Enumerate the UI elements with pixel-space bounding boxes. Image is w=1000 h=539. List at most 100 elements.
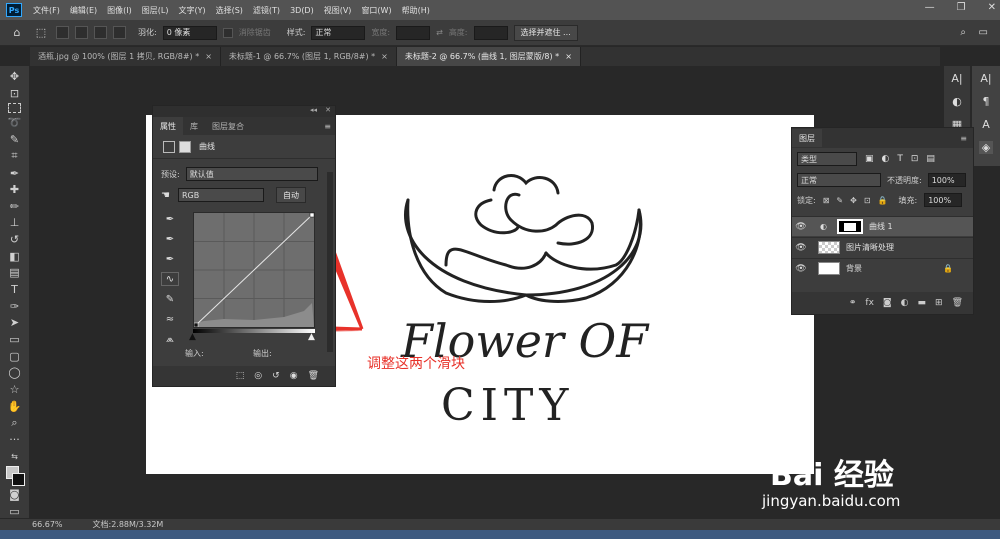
stamp-tool-icon[interactable]: ⊥	[6, 216, 24, 230]
select-and-mask-button[interactable]: 选择并遮住 ...	[513, 24, 578, 41]
layer-mask-thumb[interactable]	[836, 219, 863, 234]
text-icon[interactable]: A|	[980, 72, 991, 85]
gradient-tool-icon[interactable]: ▤	[6, 266, 24, 280]
workspace-icon[interactable]: ▭	[979, 27, 988, 38]
link-layers-icon[interactable]: ⚭	[849, 298, 857, 308]
quick-mask-icon[interactable]: ◙	[6, 488, 24, 502]
more-tools-icon[interactable]: ···	[6, 433, 24, 447]
lock-paint-icon[interactable]: ✎	[836, 196, 843, 205]
width-input[interactable]	[396, 25, 431, 40]
reset-icon[interactable]: ↺	[272, 371, 280, 381]
menu-layer[interactable]: 图层(L)	[137, 5, 174, 16]
brush-tool-icon[interactable]: ✏	[6, 200, 24, 214]
swap-colors-icon[interactable]: ⇆	[6, 449, 24, 463]
layer-row-curves[interactable]: 👁 ◐ 曲线 1	[792, 216, 973, 236]
curve-graph[interactable]	[193, 212, 315, 328]
layers-dock-icon[interactable]: ◈	[978, 141, 994, 154]
color-swatches[interactable]	[4, 466, 26, 487]
restore-button[interactable]: ❐	[957, 2, 966, 13]
swap-icon[interactable]: ⇄	[436, 28, 443, 37]
close-button[interactable]: ✕	[988, 2, 996, 13]
lock-artboard-icon[interactable]: ⊡	[864, 196, 871, 205]
healing-tool-icon[interactable]: ✚	[6, 183, 24, 197]
lock-position-icon[interactable]: ✥	[850, 196, 857, 205]
tab-document-3[interactable]: 未标题-2 @ 66.7% (曲线 1, 图层蒙版/8) * ×	[396, 47, 581, 66]
path-select-tool-icon[interactable]: ➤	[6, 316, 24, 330]
filter-pixel-icon[interactable]: ▣	[865, 154, 874, 164]
lock-all-icon[interactable]: 🔒	[878, 196, 888, 205]
blend-mode-select[interactable]: 正常	[797, 173, 881, 187]
menu-3d[interactable]: 3D(D)	[285, 6, 319, 15]
white-slider-icon[interactable]: ▲	[308, 332, 315, 342]
add-mask-icon[interactable]: ◙	[883, 298, 892, 308]
eraser-tool-icon[interactable]: ◧	[6, 249, 24, 263]
hand-tool-icon[interactable]: ✋	[6, 399, 24, 413]
clip-to-layer-icon[interactable]: ⬚	[236, 371, 245, 381]
channel-select[interactable]: RGB	[177, 188, 264, 202]
antialias-checkbox[interactable]	[222, 27, 233, 38]
menu-help[interactable]: 帮助(H)	[397, 5, 435, 16]
black-point[interactable]	[193, 322, 199, 328]
black-point-eyedropper-icon[interactable]: ✒	[161, 212, 179, 226]
delete-layer-icon[interactable]: 🗑	[952, 298, 963, 308]
fx-icon[interactable]: fx	[865, 298, 874, 308]
menu-filter[interactable]: 滤镜(T)	[248, 5, 285, 16]
menu-view[interactable]: 视图(V)	[319, 5, 357, 16]
menu-file[interactable]: 文件(F)	[28, 5, 65, 16]
feather-input[interactable]: 0 像素	[162, 25, 217, 40]
visibility-eye-icon[interactable]: 👁	[792, 264, 810, 274]
search-icon[interactable]: ⌕	[960, 27, 966, 38]
home-icon[interactable]: ⌂	[8, 25, 26, 41]
move-tool-icon[interactable]: ✥	[6, 70, 24, 84]
view-previous-icon[interactable]: ◎	[254, 371, 262, 381]
close-icon[interactable]: ×	[565, 52, 572, 61]
rectangle-tool-icon[interactable]: ▭	[6, 333, 24, 347]
new-layer-icon[interactable]: ⊞	[935, 298, 943, 308]
filter-adjust-icon[interactable]: ◐	[882, 154, 890, 164]
close-icon[interactable]: ×	[381, 52, 388, 61]
menu-type[interactable]: 文字(Y)	[173, 5, 210, 16]
lasso-tool-icon[interactable]: ➰	[6, 116, 24, 130]
filter-shape-icon[interactable]: ⊡	[911, 154, 919, 164]
opacity-input[interactable]: 100%	[927, 173, 966, 187]
history-brush-icon[interactable]: ↺	[6, 233, 24, 247]
subtract-selection-icon[interactable]	[94, 26, 107, 39]
tab-libraries[interactable]: 库	[183, 117, 205, 135]
scrollbar[interactable]	[327, 172, 333, 352]
target-adjust-icon[interactable]: ☚	[161, 190, 170, 201]
marquee-options-icon[interactable]: ⬚	[32, 25, 50, 41]
close-panel-icon[interactable]: ✕	[325, 106, 331, 114]
filter-smart-icon[interactable]: ▤	[926, 154, 935, 164]
layer-filter-select[interactable]: 类型	[797, 152, 857, 166]
paragraph-icon[interactable]: ¶	[983, 95, 990, 108]
panel-menu-icon[interactable]: ≡	[324, 122, 331, 131]
layer-row-sharpen[interactable]: 👁 图片清晰处理	[792, 237, 973, 257]
tab-document-2[interactable]: 未标题-1 @ 66.7% (图层 1, RGB/8#) * ×	[221, 47, 397, 66]
panel-menu-icon[interactable]: ≡	[960, 134, 967, 143]
minimize-button[interactable]: —	[925, 2, 935, 13]
zoom-tool-icon[interactable]: ⌕	[6, 416, 24, 430]
new-selection-icon[interactable]	[56, 26, 69, 39]
style-select[interactable]: 正常	[311, 25, 366, 40]
collapse-icon[interactable]: ◂◂	[310, 106, 317, 114]
pencil-curve-icon[interactable]: ✎	[161, 292, 179, 306]
gray-point-eyedropper-icon[interactable]: ✒	[161, 232, 179, 246]
menu-select[interactable]: 选择(S)	[211, 5, 248, 16]
clipping-warning-icon[interactable]: ⩕	[161, 332, 179, 346]
mask-icon[interactable]	[179, 140, 191, 153]
ellipse-tool-icon[interactable]: ◯	[6, 366, 24, 380]
marquee-tool-icon[interactable]	[8, 103, 21, 113]
tab-document-1[interactable]: 酒瓶.jpg @ 100% (图层 1 拷贝, RGB/8#) * ×	[30, 47, 221, 66]
glyphs-icon[interactable]: A	[982, 118, 990, 131]
background-color[interactable]	[11, 473, 25, 487]
type-tool-icon[interactable]: T	[6, 283, 24, 297]
preset-select[interactable]: 默认值	[185, 167, 318, 181]
white-point-eyedropper-icon[interactable]: ✒	[161, 252, 179, 266]
menu-window[interactable]: 窗口(W)	[356, 5, 396, 16]
layer-row-background[interactable]: 👁 背景 🔒	[792, 258, 973, 278]
curve-point-tool-icon[interactable]: ∿	[161, 272, 179, 286]
menu-edit[interactable]: 编辑(E)	[65, 5, 102, 16]
pen-tool-icon[interactable]: ✑	[6, 299, 24, 313]
crop-tool-icon[interactable]: ⌗	[6, 149, 24, 163]
menu-image[interactable]: 图像(I)	[102, 5, 137, 16]
